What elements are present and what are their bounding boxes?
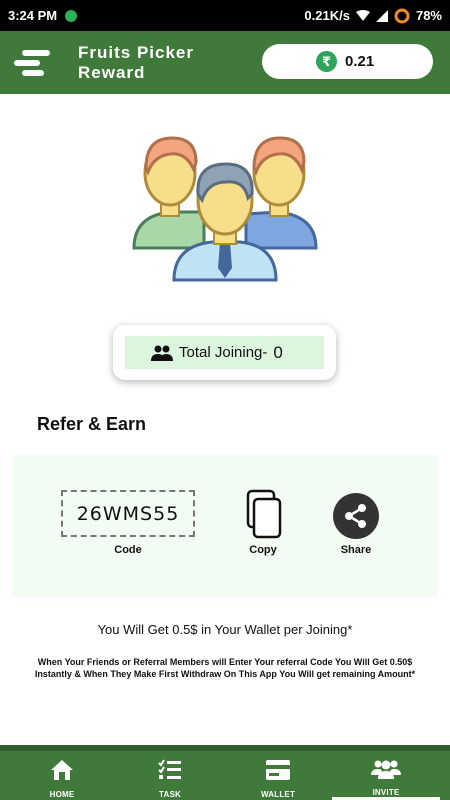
- refer-panel: 26WMS55 Code Copy Share: [12, 455, 438, 597]
- nav-wallet-label: WALLET: [260, 790, 296, 799]
- bottom-nav: HOME TASK WALLET INVITE: [0, 745, 450, 800]
- refer-earn-title: Refer & Earn: [37, 414, 147, 434]
- status-time: 3:24 PM: [8, 8, 58, 23]
- copy-icon[interactable]: [240, 489, 285, 539]
- task-list-icon: [158, 759, 182, 786]
- signal-icon: [375, 9, 388, 22]
- status-bar: 3:24 PM 0.21K/s 78%: [0, 0, 450, 31]
- nav-invite[interactable]: INVITE: [332, 751, 440, 800]
- reward-note: You Will Get 0.5$ in Your Wallet per Joi…: [97, 622, 353, 637]
- menu-icon[interactable]: [14, 47, 50, 79]
- people-icon: [151, 345, 173, 361]
- nav-wallet[interactable]: WALLET: [224, 751, 332, 800]
- group-icon: [371, 759, 401, 784]
- wallet-icon: [265, 759, 291, 786]
- group-illustration: [128, 128, 322, 283]
- reward-details: When Your Friends or Referral Members wi…: [34, 657, 416, 679]
- copy-caption: Copy: [249, 544, 277, 556]
- status-right: 0.21K/s 78%: [304, 8, 442, 24]
- app-title: Fruits Picker Reward: [78, 42, 194, 82]
- battery-level: 78%: [415, 8, 442, 23]
- notification-icon: [65, 9, 78, 22]
- total-joining-inner: Total Joining- 0: [125, 336, 324, 369]
- balance-pill[interactable]: ₹ 0.21: [262, 44, 433, 79]
- nav-task[interactable]: TASK: [116, 751, 224, 800]
- share-caption: Share: [340, 544, 372, 556]
- app-bar: Fruits Picker Reward ₹ 0.21: [0, 31, 450, 94]
- balance-value: 0.21: [345, 53, 375, 70]
- nav-invite-label: INVITE: [372, 788, 400, 797]
- code-caption: Code: [114, 544, 142, 556]
- wifi-icon: [355, 10, 370, 21]
- person-right-icon: [244, 136, 318, 250]
- share-icon[interactable]: [333, 493, 379, 539]
- total-joining-card: Total Joining- 0: [113, 325, 336, 380]
- nav-home-label: HOME: [49, 790, 75, 799]
- person-left-icon: [132, 136, 206, 250]
- rupee-icon: ₹: [316, 51, 337, 72]
- total-joining-count: 0: [273, 342, 283, 362]
- nav-home[interactable]: HOME: [8, 751, 116, 800]
- network-speed: 0.21K/s: [304, 8, 350, 23]
- home-icon: [50, 759, 74, 786]
- battery-icon: [394, 8, 410, 24]
- total-joining-label: Total Joining-: [179, 344, 268, 361]
- nav-task-label: TASK: [159, 790, 181, 799]
- referral-code-box[interactable]: 26WMS55: [61, 490, 195, 537]
